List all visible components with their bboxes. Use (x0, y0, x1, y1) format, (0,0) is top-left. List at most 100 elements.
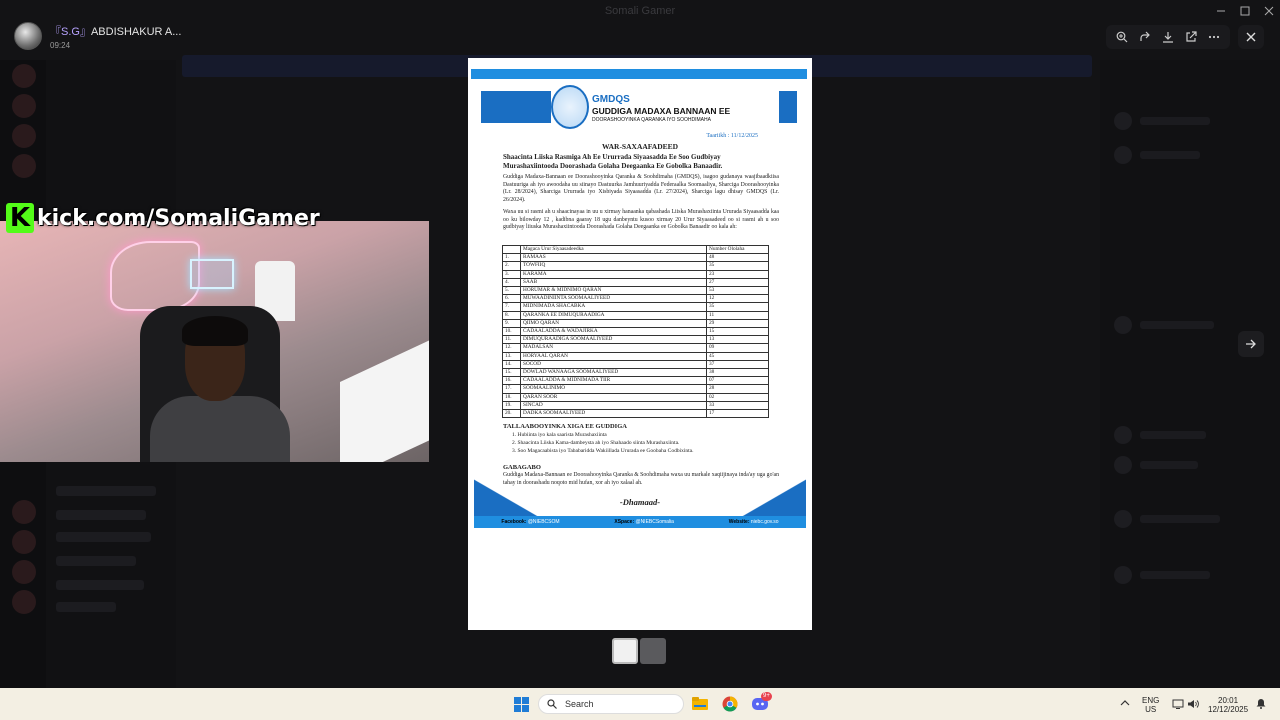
network-icon[interactable] (1172, 699, 1184, 711)
table-cell: 20. (502, 409, 521, 419)
table-row: 6. MUWAADINIINTA SOOMAALIYEED 12 (502, 294, 769, 304)
member-name (1140, 515, 1220, 523)
channel-row (56, 510, 146, 520)
zoom-in-icon[interactable] (1113, 28, 1131, 46)
table-row: 13. HORYAAL QARAN 45 (502, 351, 769, 361)
doc-date: Taariikh : 11/12/2025 (706, 133, 758, 139)
table-row: 7. MIDNIMADA SHACABKA 35 (502, 302, 769, 312)
doc-org-block: GMDQS GUDDIGA MADAXA BANNAAN EE DOORASHO… (592, 94, 792, 123)
table-cell: 15. (502, 368, 521, 378)
close-viewer-button[interactable] (1238, 25, 1264, 49)
table-row: 15. DOWLAD WANAAGA SOOMAALIYEED 38 (502, 368, 769, 378)
table-cell: SAAB (520, 277, 707, 288)
table-cell: 15 (706, 327, 769, 337)
image-viewer-toolbar (1106, 25, 1230, 49)
search-icon (547, 699, 557, 709)
stream-url: kick.com/SomaliGamer (37, 205, 320, 231)
next-image-button[interactable] (1238, 331, 1264, 357)
party-table: Magaca Urur Siyaasadeedka Number Ololaha… (502, 244, 769, 419)
table-cell: 11. (502, 335, 521, 345)
table-cell: CADAALADDA & WADAJIRKA (520, 327, 707, 337)
webcam-overlay (0, 221, 429, 462)
list-item: 1. Hubiinta iyo kala saarista Murashaxii… (512, 432, 607, 438)
table-cell: SINCAD (520, 400, 707, 411)
table-cell: 8. (502, 310, 521, 320)
table-cell: MADALSAN (520, 343, 707, 353)
member-avatar (1114, 510, 1132, 528)
uploader-info[interactable]: 『S.G』ABDISHAKUR A... 09:24 (14, 22, 181, 50)
uploader-tag: 『S.G』 (50, 25, 91, 38)
table-cell: QARANKA EE DIMUQURAADIGA (520, 310, 707, 320)
server-icon (12, 560, 36, 584)
channel-row (56, 580, 144, 590)
file-explorer-icon[interactable] (690, 694, 710, 714)
chevron-up-icon[interactable] (1120, 699, 1130, 709)
chrome-icon[interactable] (720, 694, 740, 714)
table-row: 9. QIIMO QARAN 29 (502, 318, 769, 329)
table-row: 11. DIMUQURAADIGA SOOMAALIYEED 13 (502, 335, 769, 345)
table-cell: 4. (502, 277, 521, 288)
uploader-username: ABDISHAKUR A... (90, 25, 182, 38)
table-row: 8. QARANKA EE DIMUQURAADIGA 11 (502, 310, 769, 320)
close-icon (1246, 32, 1256, 42)
language-indicator[interactable]: ENG US (1142, 696, 1159, 714)
table-cell: MIDNIMADA SHACABKA (520, 302, 707, 312)
thumbnail-other[interactable] (640, 638, 666, 664)
kick-logo-icon: K (6, 203, 34, 233)
table-cell: 10. (502, 327, 521, 337)
start-icon[interactable] (514, 697, 529, 712)
table-cell: DIMUQURAADIGA SOOMAALIYEED (520, 335, 707, 345)
channel-row (56, 486, 156, 496)
table-cell: QIIMO QARAN (520, 318, 707, 329)
thumbnail-document[interactable] (612, 638, 638, 664)
table-header (502, 244, 521, 255)
table-cell: TOWFIIQ (520, 261, 707, 271)
download-icon[interactable] (1159, 28, 1177, 46)
org-name: GUDDIGA MADAXA BANNAAN EE (592, 106, 731, 116)
table-cell: CADAALADDA & MIDNIMADA TIIR (520, 376, 707, 386)
more-icon[interactable] (1205, 28, 1223, 46)
volume-icon[interactable] (1187, 699, 1199, 711)
maximize-icon[interactable] (1238, 4, 1252, 18)
table-row: 16. CADAALADDA & MIDNIMADA TIIR 07 (502, 376, 769, 386)
server-icon (12, 94, 36, 118)
member-avatar (1114, 426, 1132, 444)
table-row: 17. SOOMAALINIMO 28 (502, 384, 769, 394)
table-header: Magaca Urur Siyaasadeedka (520, 244, 707, 255)
table-cell: 28 (706, 384, 769, 394)
server-icon (12, 530, 36, 554)
table-row: 2. TOWFIIQ 35 (502, 261, 769, 271)
server-icon (12, 64, 36, 88)
member-avatar (1114, 146, 1132, 164)
neon-sign (110, 241, 200, 311)
clock[interactable]: 20:01 12/12/2025 (1208, 696, 1248, 714)
avatar[interactable] (14, 22, 42, 50)
notification-bell-icon[interactable] (1256, 698, 1266, 711)
open-external-icon[interactable] (1182, 28, 1200, 46)
table-cell: 12 (706, 294, 769, 304)
doc-subheading: Shaacinta Liiska Rasmiga Ah Ee Ururrada … (503, 153, 723, 170)
table-cell: 1. (502, 253, 521, 263)
member-avatar (1114, 112, 1132, 130)
uploader-name[interactable]: 『S.G』ABDISHAKUR A... (50, 23, 181, 39)
document-image: GMDQS GUDDIGA MADAXA BANNAAN EE DOORASHO… (468, 58, 812, 630)
table-cell: 11 (706, 310, 769, 320)
table-row: 5. HORUMAR & MIDNIMO QARAN 53 (502, 286, 769, 296)
server-icon (12, 124, 36, 148)
taskbar-search[interactable]: Search (538, 694, 684, 714)
window-close-icon[interactable] (1262, 4, 1276, 18)
minimize-icon[interactable] (1214, 4, 1228, 18)
table-row: 18. QARAN SOOR 02 (502, 392, 769, 402)
table-cell: 12. (502, 343, 521, 353)
table-cell: MUWAADINIINTA SOOMAALIYEED (520, 294, 707, 304)
table-cell: 17. (502, 384, 521, 394)
upload-time: 09:24 (50, 40, 71, 50)
stream-url-overlay: K kick.com/SomaliGamer (6, 203, 320, 233)
table-cell: 27 (706, 277, 769, 288)
table-row: 3. KARAMA 23 (502, 269, 769, 279)
doc-top-bar (471, 69, 807, 79)
member-avatar (1114, 316, 1132, 334)
member-name (1140, 431, 1206, 439)
language: ENG (1142, 696, 1160, 705)
forward-icon[interactable] (1136, 28, 1154, 46)
